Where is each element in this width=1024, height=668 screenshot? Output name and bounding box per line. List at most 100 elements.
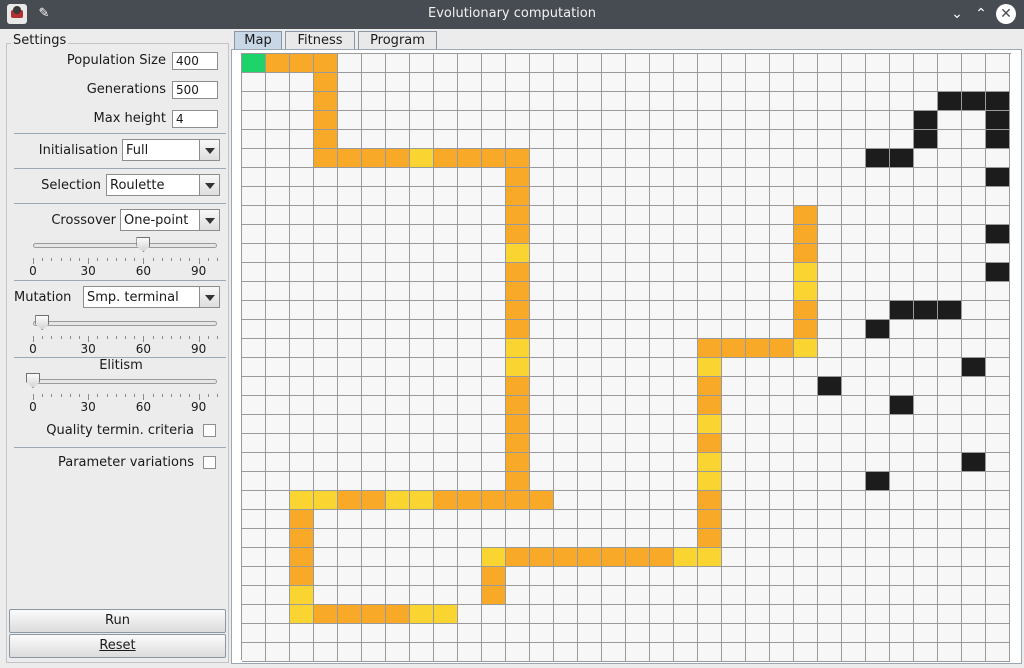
map-cell: [314, 282, 338, 301]
chevron-down-icon[interactable]: [199, 175, 219, 195]
map-cell: [986, 491, 1010, 510]
map-cell: [698, 339, 722, 358]
map-cell: [818, 54, 842, 73]
map-cell: [338, 472, 362, 491]
slider-thumb[interactable]: [35, 315, 50, 330]
map-cell: [770, 396, 794, 415]
tab-fitness[interactable]: Fitness: [285, 31, 355, 50]
map-cell: [962, 54, 986, 73]
elitism-slider[interactable]: 0 30 60 90: [26, 373, 218, 414]
map-cell: [770, 149, 794, 168]
map-cell: [602, 377, 626, 396]
map-cell: [530, 434, 554, 453]
map-cell: [938, 358, 962, 377]
chevron-down-icon[interactable]: [199, 287, 219, 307]
map-cell: [818, 377, 842, 396]
generations-input[interactable]: 500: [172, 81, 218, 99]
selection-select[interactable]: Roulette: [106, 174, 220, 196]
map-cell: [506, 168, 530, 187]
max-height-input[interactable]: 4: [172, 110, 218, 128]
map-cell: [434, 415, 458, 434]
parameter-variations-checkbox[interactable]: [203, 456, 216, 469]
map-cell: [962, 453, 986, 472]
mutation-slider[interactable]: 0 30 60 90: [29, 315, 218, 356]
map-cell: [866, 130, 890, 149]
map-cell: [914, 339, 938, 358]
map-cell: [818, 339, 842, 358]
crossover-select[interactable]: One-point: [120, 209, 220, 231]
map-cell: [842, 301, 866, 320]
map-cell: [434, 472, 458, 491]
map-cell: [674, 73, 698, 92]
map-cell: [890, 472, 914, 491]
map-cell: [770, 187, 794, 206]
map-cell: [290, 282, 314, 301]
slider-tick: [97, 258, 99, 261]
map-cell: [242, 453, 266, 472]
map-cell: [314, 130, 338, 149]
map-cell: [290, 92, 314, 111]
slider-thumb[interactable]: [136, 237, 151, 252]
map-cell: [938, 643, 962, 662]
map-cell: [290, 510, 314, 529]
chevron-down-icon[interactable]: [199, 210, 219, 230]
map-cell: [434, 244, 458, 263]
map-cell: [962, 643, 986, 662]
map-cell: [866, 54, 890, 73]
slider-tick: [42, 336, 44, 339]
map-cell: [602, 434, 626, 453]
map-cell: [866, 73, 890, 92]
map-cell: [386, 643, 410, 662]
chevron-down-icon[interactable]: [199, 140, 219, 160]
map-cell: [338, 282, 362, 301]
map-cell: [842, 472, 866, 491]
map-cell: [290, 225, 314, 244]
map-cell: [794, 434, 818, 453]
map-cell: [578, 510, 602, 529]
map-cell: [626, 643, 650, 662]
population-size-input[interactable]: 400: [172, 52, 218, 70]
map-cell: [410, 434, 434, 453]
initialisation-select[interactable]: Full: [122, 139, 220, 161]
map-cell: [554, 206, 578, 225]
slider-tick: [171, 258, 172, 261]
map-cell: [290, 396, 314, 415]
map-cell: [770, 472, 794, 491]
minimize-icon[interactable]: ⌄: [947, 4, 967, 24]
slider-tick-label: 0: [29, 264, 37, 278]
map-cell: [578, 434, 602, 453]
map-cell: [722, 605, 746, 624]
initialisation-value: Full: [126, 143, 149, 158]
map-cell: [314, 149, 338, 168]
map-cell: [986, 415, 1010, 434]
reset-button[interactable]: Reset: [9, 634, 226, 658]
map-cell: [530, 225, 554, 244]
map-cell: [554, 168, 578, 187]
tab-program[interactable]: Program: [358, 31, 437, 50]
map-cell: [770, 567, 794, 586]
map-cell: [986, 263, 1010, 282]
map-cell: [938, 586, 962, 605]
map-cell: [794, 73, 818, 92]
tab-map[interactable]: Map: [234, 31, 282, 50]
slider-tick-label: 90: [190, 342, 207, 356]
map-cell: [362, 434, 386, 453]
mutation-select[interactable]: Smp. terminal: [83, 286, 220, 308]
slider-tick: [60, 258, 62, 261]
map-cell: [386, 396, 410, 415]
maximize-icon[interactable]: ⌃: [971, 4, 991, 24]
map-cell: [770, 206, 794, 225]
run-button[interactable]: Run: [9, 609, 226, 633]
map-cell: [434, 377, 458, 396]
map-cell: [842, 358, 866, 377]
map-cell: [554, 225, 578, 244]
quality-termination-checkbox[interactable]: [203, 424, 216, 437]
map-cell: [698, 605, 722, 624]
map-cell: [866, 187, 890, 206]
map-cell: [650, 358, 674, 377]
map-cell: [818, 301, 842, 320]
crossover-slider[interactable]: 0 30 60 90: [29, 237, 218, 278]
map-cell: [242, 377, 266, 396]
map-cell: [602, 187, 626, 206]
close-icon[interactable]: ✕: [996, 4, 1016, 24]
